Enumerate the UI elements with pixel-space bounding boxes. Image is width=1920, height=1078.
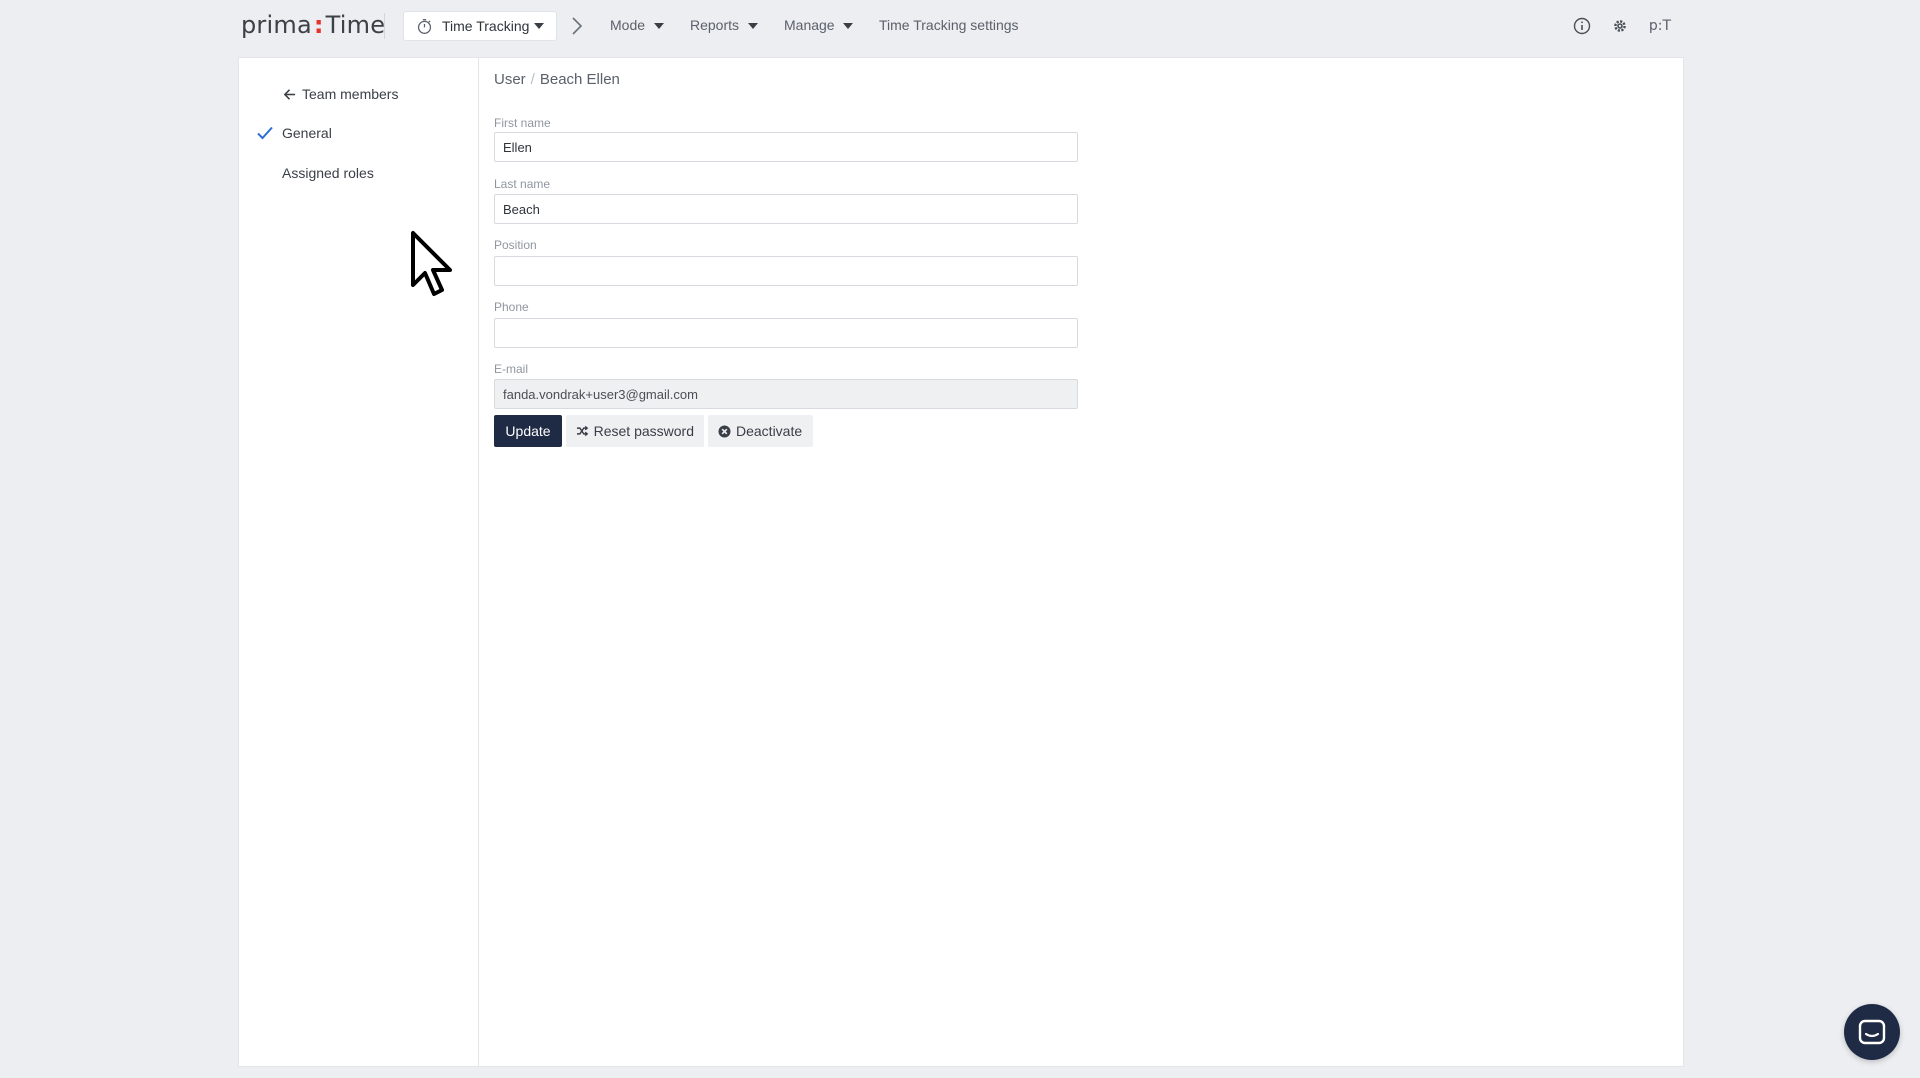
first-name-label: First name xyxy=(494,116,551,130)
phone-field[interactable] xyxy=(494,318,1078,348)
back-link-label: Team members xyxy=(302,86,399,102)
sidebar-item-assigned-roles[interactable]: Assigned roles xyxy=(282,165,374,181)
caret-down-icon xyxy=(534,23,545,29)
shuffle-icon xyxy=(576,425,589,437)
mouse-pointer-icon xyxy=(411,231,452,296)
position-field[interactable] xyxy=(494,256,1078,286)
app-logo[interactable]: prima:Time xyxy=(241,11,385,39)
caret-down-icon xyxy=(843,23,854,30)
nav-mode-label: Mode xyxy=(610,17,646,33)
module-selector[interactable]: Time Tracking xyxy=(403,11,557,41)
chat-icon xyxy=(1858,1019,1886,1045)
sidebar-item-general[interactable]: General xyxy=(282,125,332,141)
logo-text-left: prima xyxy=(241,11,312,39)
breadcrumb-root[interactable]: User xyxy=(494,71,526,88)
email-field xyxy=(494,379,1078,409)
position-label: Position xyxy=(494,238,537,252)
user-menu-button[interactable]: p:T xyxy=(1646,14,1674,38)
user-badge: p:T xyxy=(1648,18,1672,34)
email-label: E-mail xyxy=(494,362,529,376)
breadcrumb-current: Beach Ellen xyxy=(539,71,620,88)
last-name-label: Last name xyxy=(494,177,551,191)
nav-time-tracking-settings[interactable]: Time Tracking settings xyxy=(879,17,1019,33)
nav-reports-label: Reports xyxy=(690,17,740,33)
sidebar: Team members General Assigned roles xyxy=(239,58,479,1066)
back-to-team-members-link[interactable]: Team members xyxy=(283,86,398,102)
times-circle-icon xyxy=(718,425,731,437)
form-actions: Update Reset password Deactivate xyxy=(494,415,813,447)
info-button[interactable] xyxy=(1570,14,1594,38)
update-button[interactable]: Update xyxy=(494,415,562,447)
reset-password-button[interactable]: Reset password xyxy=(566,415,704,447)
first-name-field[interactable] xyxy=(494,132,1078,162)
nav-reports-menu[interactable]: Reports xyxy=(690,17,758,33)
last-name-field[interactable] xyxy=(494,194,1078,224)
stopwatch-icon xyxy=(417,18,432,34)
caret-down-icon xyxy=(747,23,758,30)
update-button-label: Update xyxy=(505,423,551,439)
main-card: Team members General Assigned roles User… xyxy=(238,57,1684,1067)
check-icon xyxy=(257,126,273,140)
nav-manage-label: Manage xyxy=(784,17,835,33)
chevron-right-icon xyxy=(572,17,583,35)
settings-button[interactable] xyxy=(1608,14,1632,38)
nav-mode-menu[interactable]: Mode xyxy=(610,17,664,33)
deactivate-button[interactable]: Deactivate xyxy=(708,415,813,447)
logo-colon: : xyxy=(313,11,324,39)
gear-icon xyxy=(1614,20,1626,32)
reset-password-label: Reset password xyxy=(593,423,694,439)
logo-divider xyxy=(384,13,385,39)
deactivate-label: Deactivate xyxy=(736,423,803,439)
caret-down-icon xyxy=(653,23,664,30)
top-navigation-bar: prima:Time Time Tracking Mode Reports Ma… xyxy=(0,0,1920,52)
phone-label: Phone xyxy=(494,300,529,314)
module-selector-label: Time Tracking xyxy=(442,18,530,34)
logo-text-right: Time xyxy=(325,11,386,39)
arrow-left-icon xyxy=(283,88,296,100)
chat-support-button[interactable] xyxy=(1844,1004,1900,1060)
nav-settings-label: Time Tracking settings xyxy=(879,17,1019,33)
breadcrumb: User / Beach Ellen xyxy=(494,71,620,88)
info-icon xyxy=(1573,17,1591,35)
breadcrumb-separator: / xyxy=(530,71,535,88)
nav-manage-menu[interactable]: Manage xyxy=(784,17,854,33)
